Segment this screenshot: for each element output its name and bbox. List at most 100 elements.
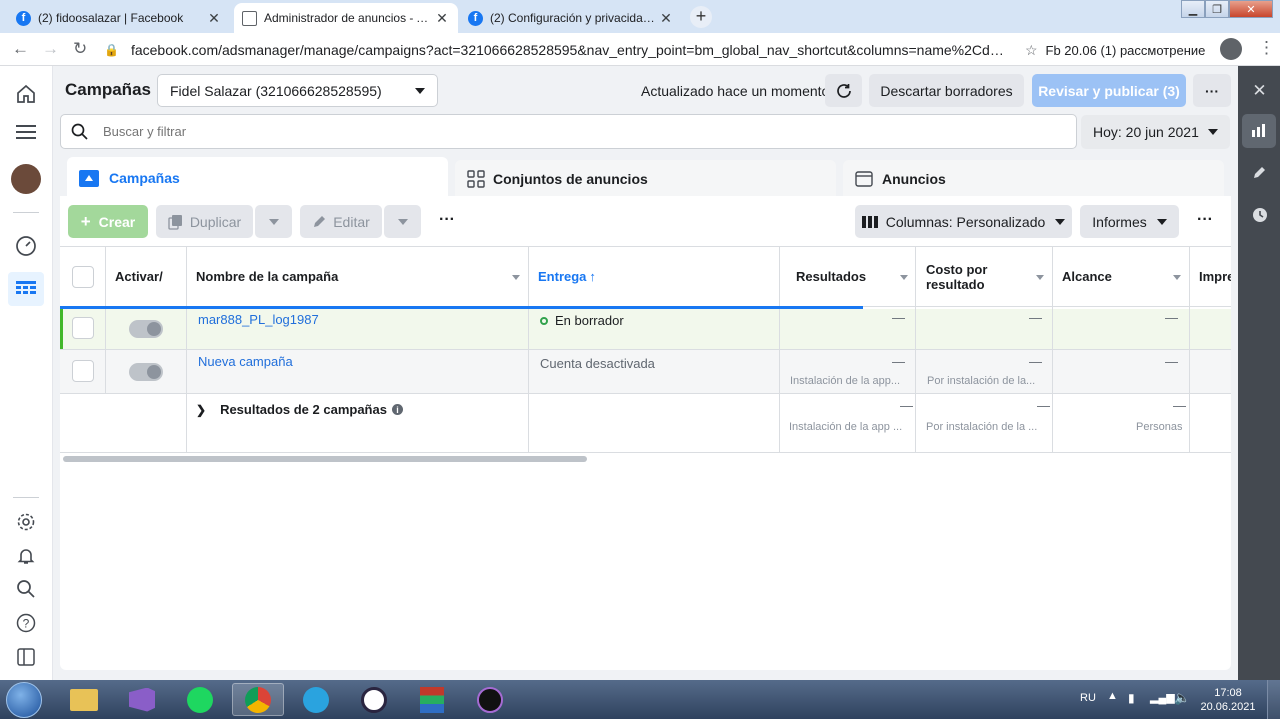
visual-studio-icon[interactable] <box>116 683 168 716</box>
start-button-icon[interactable] <box>6 682 42 718</box>
divider <box>13 212 39 213</box>
ads-manager-icon <box>242 10 257 26</box>
file-explorer-icon[interactable] <box>58 683 110 716</box>
bell-icon[interactable] <box>14 544 38 568</box>
close-icon[interactable]: ✕ <box>1247 78 1272 103</box>
grid-icon <box>467 169 485 188</box>
star-icon[interactable]: ☆ <box>1025 42 1038 59</box>
search-filter-bar[interactable] <box>60 114 1077 149</box>
app-hexagon-icon[interactable] <box>464 683 516 716</box>
tab-campaigns[interactable]: Campañas <box>67 157 448 199</box>
browser-tab-active[interactable]: Administrador de anuncios - Administ ✕ <box>234 3 458 33</box>
search-input[interactable] <box>103 124 1003 139</box>
column-header-results[interactable]: Resultados <box>796 247 911 306</box>
viber-icon[interactable] <box>348 683 400 716</box>
chrome-icon[interactable] <box>232 683 284 716</box>
window-close-button[interactable]: ✕ <box>1229 0 1273 18</box>
refresh-button[interactable] <box>825 74 862 107</box>
tray-expand-icon[interactable]: ▲ <box>1107 690 1118 702</box>
winrar-icon[interactable] <box>406 683 458 716</box>
profile-avatar-icon[interactable] <box>1220 38 1242 60</box>
account-select[interactable]: Fidel Salazar (321066628528595) <box>157 74 438 107</box>
minimize-button[interactable]: ▁ <box>1181 0 1205 18</box>
campaign-toggle[interactable] <box>129 320 163 338</box>
cost-value: — <box>1029 354 1042 369</box>
discard-drafts-button[interactable]: Descartar borradores <box>869 74 1024 107</box>
edit-button[interactable]: Editar <box>300 205 382 238</box>
close-icon[interactable]: ✕ <box>206 10 222 27</box>
new-tab-button[interactable]: + <box>690 6 712 28</box>
tray-device-icon[interactable]: ▮ <box>1128 691 1135 705</box>
collapse-panel-icon[interactable] <box>14 645 38 669</box>
browser-tab[interactable]: f (2) fidoosalazar | Facebook ✕ <box>8 3 230 33</box>
tab-ads[interactable]: Anuncios <box>843 160 1224 197</box>
select-all-checkbox[interactable] <box>72 266 94 288</box>
telegram-icon[interactable] <box>290 683 342 716</box>
horizontal-scrollbar[interactable] <box>63 456 587 462</box>
volume-icon[interactable]: 🔈 <box>1174 690 1190 706</box>
chevron-right-icon[interactable]: ❯ <box>196 403 206 417</box>
maximize-button[interactable]: ❐ <box>1205 0 1229 18</box>
column-header-impressions[interactable]: Impre <box>1199 247 1231 306</box>
show-desktop-button[interactable] <box>1267 680 1280 719</box>
reload-icon[interactable]: ↻ <box>73 39 87 59</box>
draft-status-dot-icon <box>540 316 548 325</box>
clock[interactable]: 17:08 20.06.2021 <box>1200 686 1256 714</box>
info-icon[interactable]: i <box>391 404 403 415</box>
pencil-icon[interactable] <box>1247 160 1272 185</box>
tab-title: (2) fidoosalazar | Facebook <box>38 11 184 25</box>
column-header-name[interactable]: Nombre de la campaña <box>196 247 526 306</box>
reports-dropdown[interactable]: Informes <box>1080 205 1179 238</box>
column-header-delivery[interactable]: Entrega ↑ <box>538 247 596 306</box>
avatar[interactable] <box>11 164 41 194</box>
dashboard-gauge-icon[interactable] <box>14 234 38 258</box>
history-clock-icon[interactable] <box>1247 202 1272 227</box>
back-icon[interactable]: ← <box>12 39 29 59</box>
home-icon[interactable] <box>14 82 38 106</box>
close-icon[interactable]: ✕ <box>658 10 674 27</box>
column-header-activate[interactable]: Activar/ <box>115 247 163 306</box>
network-signal-icon[interactable]: ▂▄▆ <box>1150 691 1175 704</box>
bookmark-label[interactable]: Fb 20.06 (1) рассмотрение <box>1046 43 1206 58</box>
close-icon[interactable]: ✕ <box>434 10 450 27</box>
menu-icon[interactable] <box>14 120 38 144</box>
forward-icon[interactable]: → <box>42 39 59 59</box>
row-checkbox[interactable] <box>72 317 94 339</box>
create-button[interactable]: + Crear <box>68 205 148 238</box>
help-icon[interactable]: ? <box>14 611 38 635</box>
results-subtitle: Instalación de la app ... <box>789 421 903 433</box>
column-divider <box>1189 309 1190 349</box>
more-options-button[interactable]: ··· <box>1193 74 1231 107</box>
ads-table-icon[interactable] <box>8 272 44 306</box>
charts-icon[interactable] <box>1242 114 1276 148</box>
language-indicator[interactable]: RU <box>1080 692 1096 704</box>
duplicate-dropdown[interactable] <box>255 205 292 238</box>
spotify-icon[interactable] <box>174 683 226 716</box>
date-range-label: Hoy: 20 jun 2021 <box>1093 124 1199 140</box>
edit-dropdown[interactable] <box>384 205 421 238</box>
column-header-reach[interactable]: Alcance <box>1062 247 1184 306</box>
facebook-icon: f <box>16 10 31 26</box>
browser-tab[interactable]: f (2) Configuración y privacidad | F ✕ <box>460 3 682 33</box>
duplicate-button[interactable]: Duplicar <box>156 205 253 238</box>
more-actions-icon[interactable]: ··· <box>439 211 455 229</box>
campaign-name-link[interactable]: mar888_PL_log1987 <box>198 312 319 327</box>
campaign-toggle[interactable] <box>129 363 163 381</box>
address-bar[interactable]: 🔒 facebook.com/adsmanager/manage/campaig… <box>104 37 1214 63</box>
tab-ad-sets[interactable]: Conjuntos de anuncios <box>455 160 836 197</box>
search-icon[interactable] <box>14 577 38 601</box>
column-divider <box>779 309 780 349</box>
review-publish-button[interactable]: Revisar y publicar (3) <box>1032 74 1186 107</box>
divider <box>60 452 1231 453</box>
date-range-picker[interactable]: Hoy: 20 jun 2021 <box>1081 115 1230 149</box>
columns-dropdown[interactable]: Columnas: Personalizado <box>855 205 1072 238</box>
results-summary[interactable]: ❯ Resultados de 2 campañas i <box>196 402 403 417</box>
column-header-cost-per-result[interactable]: Costo por resultado <box>926 247 1048 306</box>
row-checkbox[interactable] <box>72 360 94 382</box>
chevron-down-icon <box>397 218 408 225</box>
settings-gear-icon[interactable] <box>14 510 38 534</box>
campaign-name-link[interactable]: Nueva campaña <box>198 354 293 369</box>
column-divider <box>915 309 916 349</box>
more-options-icon[interactable]: ··· <box>1197 211 1213 229</box>
menu-dots-icon[interactable]: ⋮ <box>1258 38 1275 58</box>
